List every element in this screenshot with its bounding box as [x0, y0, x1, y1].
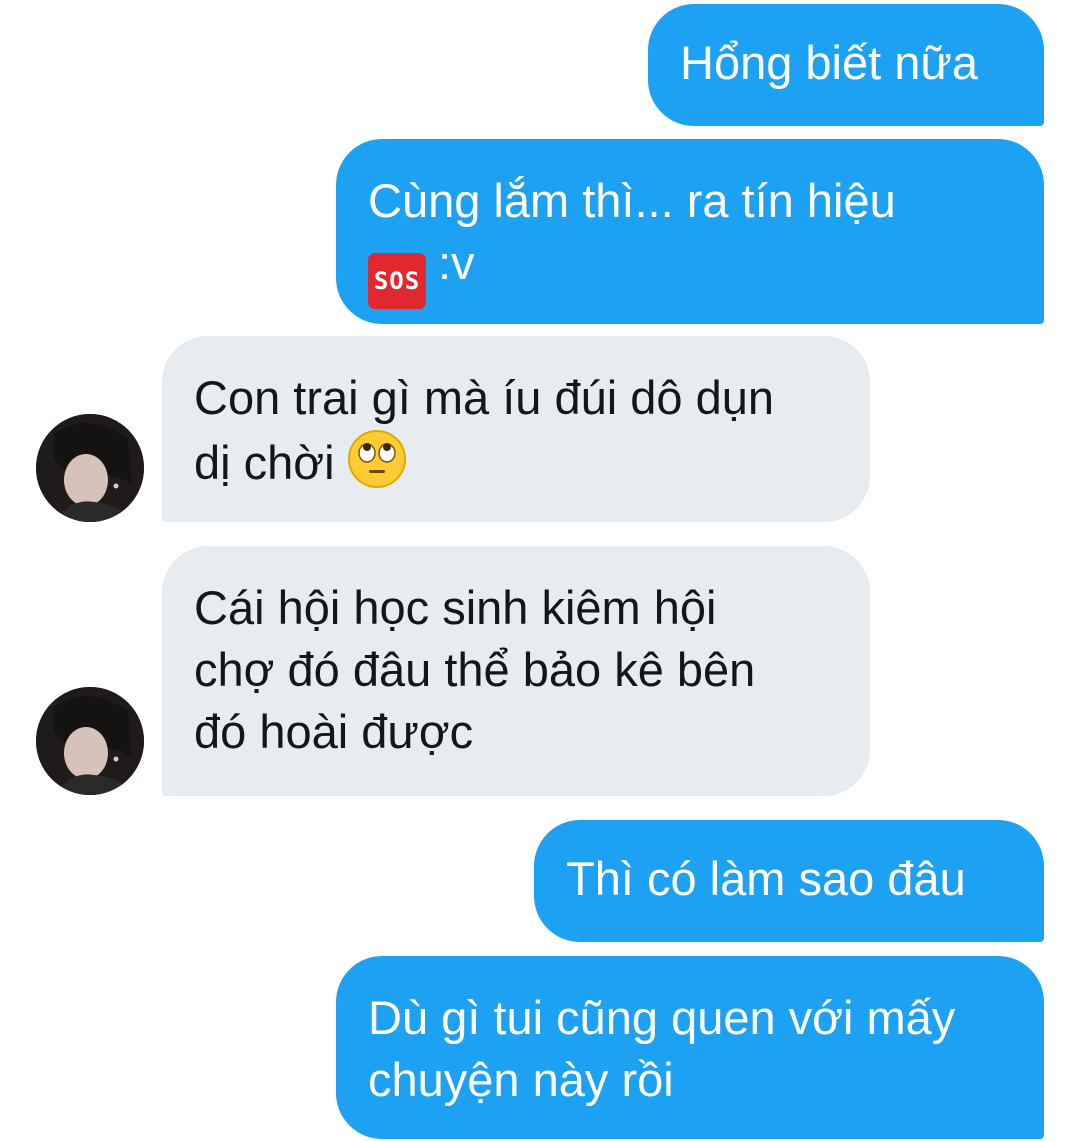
outgoing-message[interactable]: Hổng biết nữa [648, 4, 1044, 126]
message-text: Cái hội học sinh kiêm hội [194, 581, 717, 634]
message-text: Dù gì tui cũng quen với mấy [368, 991, 956, 1044]
incoming-message[interactable]: Con trai gì mà íu đúi dô dụn dị chời [162, 336, 870, 522]
message-text: Con trai gì mà íu đúi dô dụn [194, 371, 775, 424]
message-line: SOS:v [368, 232, 1044, 309]
incoming-message[interactable]: Cái hội học sinh kiêm hội chợ đó đâu thể… [162, 546, 870, 796]
face-with-rolling-eyes-icon [347, 430, 406, 488]
message-text: đó hoài được [194, 705, 474, 758]
message-text: Cùng lắm thì... ra tín hiệu [368, 174, 896, 227]
outgoing-message[interactable]: Thì có làm sao đâu [534, 820, 1044, 942]
message-text: Hổng biết nữa [680, 36, 978, 89]
message-text: chợ đó đâu thể bảo kê bên [194, 643, 756, 696]
message-text: chuyện này rồi [368, 1053, 674, 1106]
message-line: dị chời [194, 429, 870, 494]
avatar[interactable] [36, 414, 144, 522]
avatar[interactable] [36, 687, 144, 795]
message-text: Thì có làm sao đâu [566, 852, 966, 905]
person-photo-icon [36, 687, 144, 795]
person-photo-icon [36, 414, 144, 522]
message-text: dị chời [194, 436, 335, 489]
outgoing-message[interactable]: Cùng lắm thì... ra tín hiệu SOS:v [336, 139, 1044, 324]
outgoing-message[interactable]: Dù gì tui cũng quen với mấy chuyện này r… [336, 956, 1044, 1139]
message-text: :v [438, 236, 475, 289]
sos-icon: SOS [368, 253, 426, 309]
